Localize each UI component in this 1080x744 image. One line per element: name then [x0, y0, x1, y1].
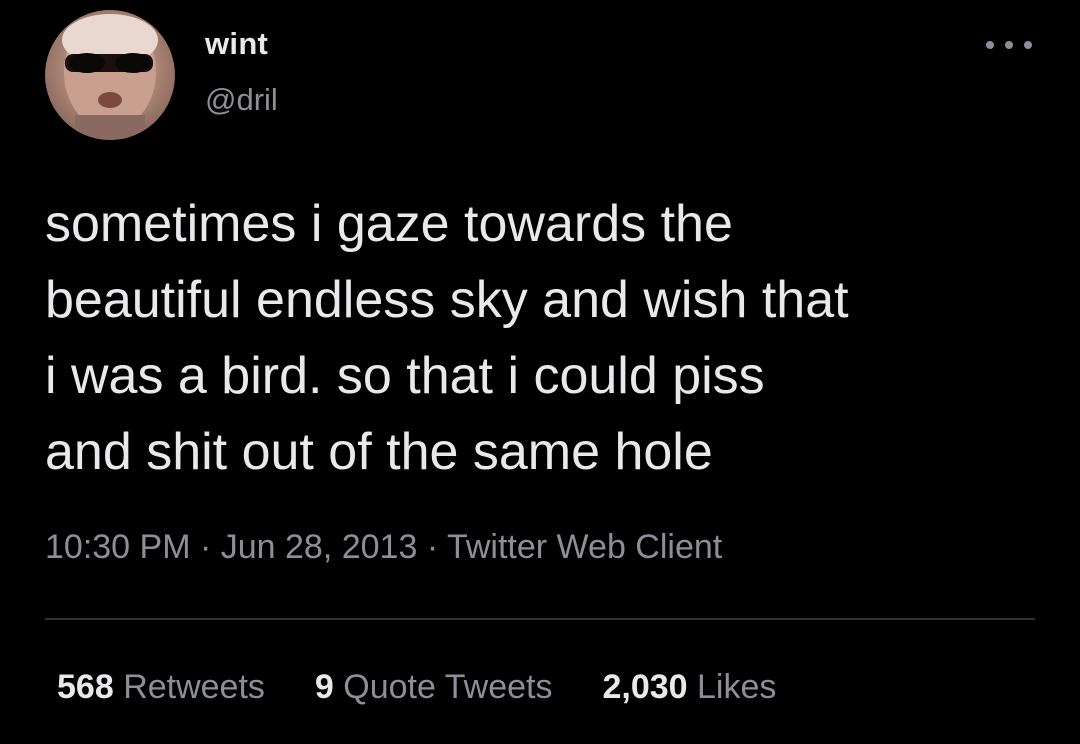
likes-label: Likes — [697, 668, 777, 706]
likes-count: 2,030 — [602, 668, 688, 706]
display-name[interactable]: wint — [205, 26, 268, 62]
tweet-date[interactable]: Jun 28, 2013 — [221, 528, 418, 566]
profile-photo — [62, 14, 158, 140]
divider — [45, 618, 1035, 620]
avatar[interactable] — [45, 10, 175, 140]
engagement-stats: 568 Retweets 9 Quote Tweets 2,030 Likes — [57, 668, 826, 707]
more-horizontal-icon — [1024, 41, 1032, 49]
quote-tweets-count: 9 — [314, 668, 334, 706]
meta-separator: · — [190, 528, 221, 566]
retweets-label: Retweets — [123, 668, 265, 706]
tweet-text: sometimes i gaze towards the beautiful e… — [45, 195, 849, 481]
username-handle[interactable]: @dril — [205, 82, 278, 118]
meta-separator: · — [417, 528, 447, 566]
tweet-time[interactable]: 10:30 PM — [45, 528, 191, 566]
quote-tweets-label: Quote Tweets — [343, 668, 553, 706]
more-options-button[interactable] — [986, 30, 1032, 60]
more-horizontal-icon — [1005, 41, 1013, 49]
more-horizontal-icon — [986, 41, 994, 49]
tweet-meta: 10:30 PM · Jun 28, 2013 · Twitter Web Cl… — [45, 528, 722, 567]
retweets-count: 568 — [57, 668, 114, 706]
likes-stat[interactable]: 2,030 Likes — [602, 668, 776, 707]
quote-tweets-stat[interactable]: 9 Quote Tweets — [315, 668, 553, 707]
tweet-client[interactable]: Twitter Web Client — [447, 528, 722, 566]
retweets-stat[interactable]: 568 Retweets — [57, 668, 265, 707]
